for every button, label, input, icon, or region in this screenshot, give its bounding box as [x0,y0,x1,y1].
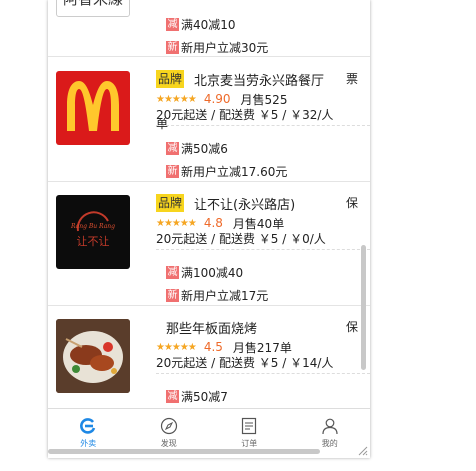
rating-row: ★★★★★ 4.5 月售217单 [156,339,292,355]
promo-text: 满40减10 [181,17,236,32]
resize-grip-icon[interactable] [356,444,368,456]
order-icon [242,417,257,435]
promo-item: 新 新用户立减30元 [166,39,268,55]
shop-logo-mcdonalds [56,71,130,145]
tab-label: 发现 [160,439,177,448]
invoice-tag: 票 [345,72,358,86]
brand-badge: 品牌 [156,70,185,88]
svg-text:让不让: 让不让 [77,235,110,248]
delivery-text: 20元起送 / 配送费 ￥5 / ￥14/人 [156,356,334,370]
star-rating-icon: ★★★★★ [156,93,197,105]
promo-text: 新用户立减17.60元 [181,164,288,179]
star-rating-icon: ★★★★★ [156,217,197,229]
shop-logo-naxienian [56,319,130,393]
promo-item: 减 满100减40 [166,264,243,280]
tab-label: 我的 [321,439,338,448]
promo-item: 新 新用户立减17元 [166,287,268,303]
promo-text: 新用户立减17元 [181,288,269,303]
divider [156,373,370,374]
promo-text: 满50减6 [181,141,228,156]
vertical-scrollbar[interactable] [361,245,366,370]
monthly-sales: 月售217单 [232,340,292,355]
rating-score: 4.8 [203,216,223,230]
guarantee-tag: 保 [345,196,358,210]
delivery-text: 20元起送 / 配送费 ￥5 / ￥0/人 [156,232,326,246]
shop-name-row: 品牌 让不让(永兴路店) [156,193,295,213]
guarantee-tag: 保 [345,320,358,334]
shop-card-mcdonalds[interactable]: 品牌 北京麦当劳永兴路餐厅 票 ★★★★★ 4.90 月售525 20元起送 /… [48,57,370,182]
discount-icon: 减 [166,141,179,155]
svg-text:Rang Bu Rang: Rang Bu Rang [70,223,115,230]
monthly-sales: 月售525 [240,92,288,107]
promo-text: 满50减7 [181,389,228,404]
discount-icon: 减 [166,389,179,403]
brand-badge: 品牌 [156,194,185,212]
mcdonalds-arches-icon [67,81,119,131]
delivery-info: 20元起送 / 配送费 ￥5 / ￥0/人 [156,231,356,247]
shop-logo-axiang: 阿香米線 [56,0,130,17]
monthly-sales: 月售40单 [232,216,285,231]
horizontal-scrollbar[interactable] [48,449,320,454]
rating-score: 4.5 [203,340,223,354]
promo-text: 满100减40 [181,265,244,280]
rating-score: 4.90 [203,92,231,106]
rangburang-logo-icon: Rang Bu Rang 让不让 [70,211,115,248]
shop-name[interactable]: 北京麦当劳永兴路餐厅 [194,70,324,89]
tab-label: 外卖 [80,439,97,448]
promo-text: 新用户立减30元 [181,40,269,55]
phone-frame: 阿香米線 减 满40减10 新 新用户立减30元 品牌 北京麦当劳永兴路餐厅 [48,0,370,458]
user-icon [322,418,338,435]
shop-name-row: 那些年板面烧烤 [156,317,257,337]
shop-name-row: 品牌 北京麦当劳永兴路餐厅 [156,69,324,89]
discount-icon: 减 [166,265,179,279]
delivery-text: 20元起送 / 配送费 ￥5 / ￥32/人 [156,108,334,122]
divider [156,249,370,250]
delivery-info: 20元起送 / 配送费 ￥5 / ￥14/人 [156,355,356,371]
promo-item: 新 新用户立减17.60元 [166,163,287,179]
new-user-icon: 新 [166,40,179,54]
shop-name[interactable]: 那些年板面烧烤 [166,318,257,337]
shop-card-naxienian[interactable]: 那些年板面烧烤 保 ★★★★★ 4.5 月售217单 20元起送 / 配送费 ￥… [48,305,370,408]
rating-row: ★★★★★ 4.8 月售40单 [156,215,284,231]
new-user-icon: 新 [166,164,179,178]
rating-row: ★★★★★ 4.90 月售525 [156,91,287,107]
delivery-info: 20元起送 / 配送费 ￥5 / ￥32/人 单 [156,107,356,132]
bbq-food-image-icon [56,319,130,393]
promo-item: 减 满40减10 [166,16,236,32]
new-user-icon: 新 [166,288,179,302]
promo-item: 减 满50减6 [166,140,228,156]
promo-item: 减 满50减7 [166,388,228,404]
divider [156,125,370,126]
compass-icon [160,417,177,435]
shop-name[interactable]: 让不让(永兴路店) [194,194,295,213]
shop-logo-rangburang: Rang Bu Rang 让不让 [56,195,130,269]
shop-list[interactable]: 阿香米線 减 满40减10 新 新用户立减30元 品牌 北京麦当劳永兴路餐厅 [48,0,370,408]
discount-icon: 减 [166,17,179,31]
tab-label: 订单 [241,439,258,448]
shop-card-axiang[interactable]: 阿香米線 减 满40减10 新 新用户立减30元 [48,0,370,57]
waimai-icon [80,418,96,434]
shop-card-rangburang[interactable]: Rang Bu Rang 让不让 品牌 让不让(永兴路店) 保 ★★★★★ 4.… [48,181,370,306]
star-rating-icon: ★★★★★ [156,341,197,353]
shop-logo-text: 阿香米線 [63,0,123,9]
